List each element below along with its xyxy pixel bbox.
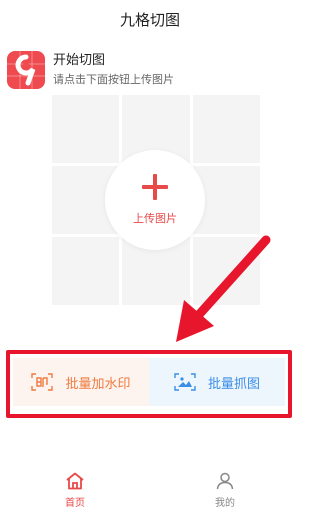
batch-grab-label: 批量抓图: [207, 376, 260, 392]
watermark-icon: [31, 372, 54, 392]
grid-cell: [52, 237, 120, 305]
bottom-tab-bar: 首页 我的: [0, 468, 300, 513]
tab-home[interactable]: 首页: [0, 468, 150, 513]
batch-grab-button[interactable]: 批量抓图: [149, 358, 285, 406]
app-logo-icon: [7, 51, 45, 89]
tab-mine-label: 我的: [215, 498, 235, 509]
intro-text: 开始切图 请点击下面按钮上传图片: [53, 52, 174, 88]
upload-label: 上传图片: [133, 212, 177, 225]
image-grab-icon: [174, 372, 196, 392]
intro-subtitle: 请点击下面按钮上传图片: [53, 73, 174, 86]
upload-image-button[interactable]: 上传图片: [105, 150, 205, 250]
title-bar: 九格切图: [0, 0, 300, 38]
batch-watermark-label: 批量加水印: [65, 376, 131, 392]
batch-watermark-button[interactable]: 批量加水印: [13, 358, 149, 406]
grid-cell: [192, 95, 260, 163]
intro-title: 开始切图: [53, 53, 106, 68]
grid-cell: [192, 237, 260, 305]
tab-mine[interactable]: 我的: [150, 468, 300, 513]
plus-icon: [142, 174, 168, 200]
home-icon: [66, 472, 84, 490]
page-title: 九格切图: [119, 10, 180, 29]
grid-cell: [52, 95, 120, 163]
user-icon: [216, 472, 234, 490]
intro-section: 开始切图 请点击下面按钮上传图片: [7, 50, 174, 90]
tab-home-label: 首页: [65, 498, 85, 509]
batch-actions: 批量加水印 批量抓图: [13, 358, 285, 406]
